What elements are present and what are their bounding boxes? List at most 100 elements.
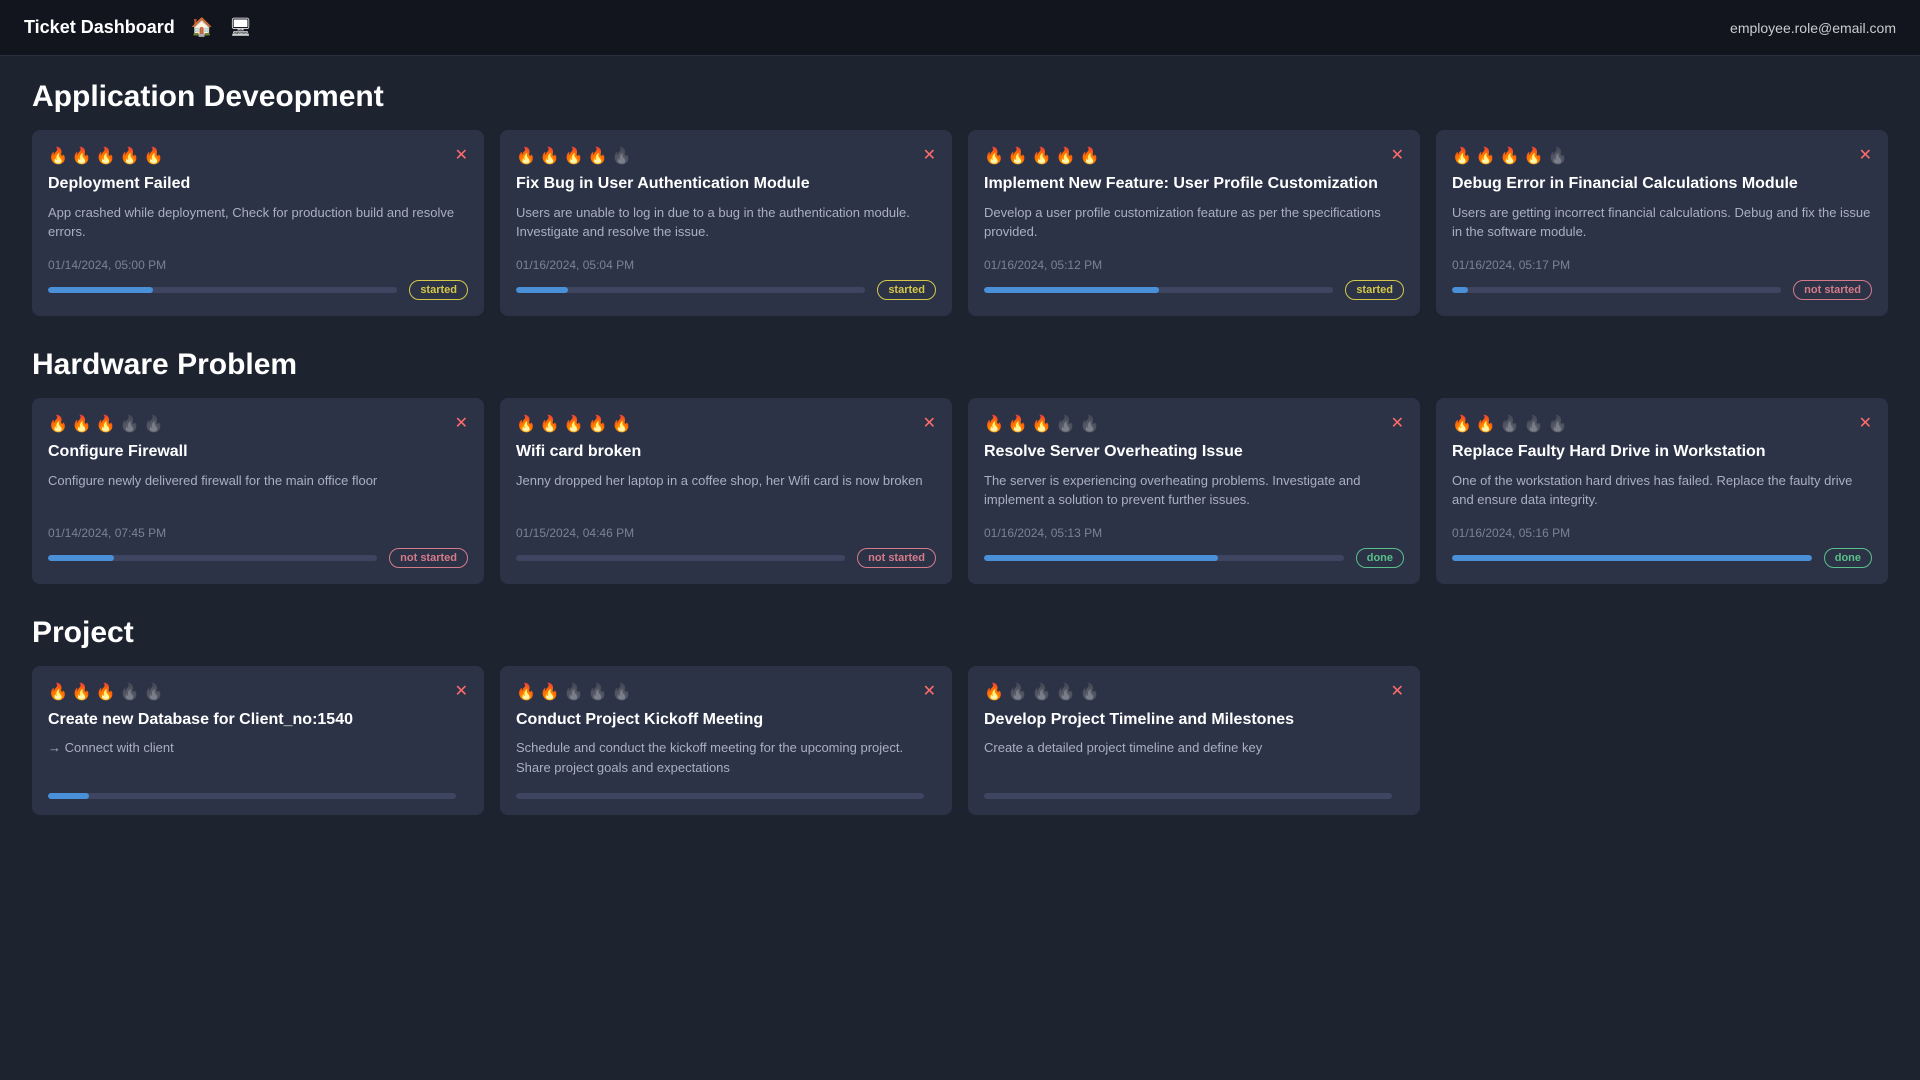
card-footer: 01/15/2024, 04:46 PMnot started [516, 526, 936, 568]
cards-grid-hardware: 🔥🔥🔥🔥🔥✕Configure FirewallConfigure newly … [32, 398, 1888, 584]
card-date: 01/16/2024, 05:12 PM [984, 258, 1404, 272]
flame-icon: 🔥 [120, 414, 140, 434]
flame-icon: 🔥 [1452, 146, 1472, 166]
ticket-card: 🔥🔥🔥🔥🔥✕Configure FirewallConfigure newly … [32, 398, 484, 584]
close-card-button[interactable]: ✕ [1391, 684, 1404, 700]
card-footer [48, 793, 468, 799]
close-card-button[interactable]: ✕ [455, 148, 468, 164]
progress-bar-container [984, 793, 1392, 799]
flame-icon: 🔥 [612, 682, 632, 702]
flame-icon: 🔥 [48, 414, 68, 434]
card-date: 01/16/2024, 05:16 PM [1452, 526, 1872, 540]
card-header: 🔥🔥🔥🔥🔥 ✕ [48, 682, 468, 702]
flame-icon: 🔥 [120, 682, 140, 702]
progress-bar-container [48, 287, 397, 293]
close-card-button[interactable]: ✕ [923, 684, 936, 700]
card-title: Replace Faulty Hard Drive in Workstation [1452, 442, 1872, 463]
flame-icon: 🔥 [564, 414, 584, 434]
card-date: 01/16/2024, 05:13 PM [984, 526, 1404, 540]
flame-icon: 🔥 [1500, 414, 1520, 434]
card-description: Users are getting incorrect financial ca… [1452, 203, 1872, 242]
ticket-card: 🔥🔥🔥🔥🔥 ✕ Replace Faulty Hard Drive in Works… [1436, 398, 1888, 584]
status-badge: not started [389, 548, 468, 568]
priority-icons: 🔥🔥🔥🔥🔥 [516, 146, 632, 166]
flame-icon: 🔥 [1008, 414, 1028, 434]
progress-bar [1452, 555, 1812, 561]
card-footer [984, 793, 1404, 799]
card-date: 01/14/2024, 05:00 PM [48, 258, 468, 272]
home-icon[interactable]: 🏠 [191, 17, 213, 38]
card-title: Conduct Project Kickoff Meeting [516, 710, 936, 731]
flame-icon: 🔥 [1524, 414, 1544, 434]
flame-icon: 🔥 [1524, 146, 1544, 166]
close-card-button[interactable]: ✕ [1859, 416, 1872, 432]
card-bottom: started [48, 280, 468, 300]
progress-bar-container [48, 793, 456, 799]
card-title: Debug Error in Financial Calculations Mo… [1452, 174, 1872, 195]
progress-bar [984, 555, 1218, 561]
progress-bar [1452, 287, 1468, 293]
priority-icons: 🔥🔥🔥🔥🔥 [48, 146, 164, 166]
progress-bar [984, 287, 1159, 293]
progress-bar-container [984, 555, 1344, 561]
progress-bar-container [516, 555, 845, 561]
flame-icon: 🔥 [1056, 146, 1076, 166]
priority-icons: 🔥🔥🔥🔥🔥 [984, 414, 1100, 434]
close-card-button[interactable]: ✕ [923, 148, 936, 164]
flame-icon: 🔥 [1476, 414, 1496, 434]
priority-icons: 🔥🔥🔥🔥🔥 [516, 682, 632, 702]
ticket-card: 🔥🔥🔥🔥🔥✕Resolve Server Overheating IssueTh… [968, 398, 1420, 584]
card-title: Configure Firewall [48, 442, 468, 463]
status-badge: started [1345, 280, 1404, 300]
section-title-project: Project [32, 616, 1888, 650]
card-bottom: done [1452, 548, 1872, 568]
card-title: Deployment Failed [48, 174, 468, 195]
section-project: Project🔥🔥🔥🔥🔥✕Create new Database for Cli… [32, 616, 1888, 816]
close-card-button[interactable]: ✕ [923, 416, 936, 432]
card-footer [516, 793, 936, 799]
flame-icon: 🔥 [96, 682, 116, 702]
close-card-button[interactable]: ✕ [455, 684, 468, 700]
ticket-card: 🔥🔥🔥🔥🔥✕Develop Project Timeline and Miles… [968, 666, 1420, 816]
monitor-icon[interactable]: 🖥 [229, 17, 252, 38]
close-card-button[interactable]: ✕ [1391, 416, 1404, 432]
card-title: Fix Bug in User Authentication Module [516, 174, 936, 195]
flame-icon: 🔥 [96, 414, 116, 434]
close-card-button[interactable]: ✕ [1859, 148, 1872, 164]
section-title-hardware: Hardware Problem [32, 348, 1888, 382]
close-card-button[interactable]: ✕ [455, 416, 468, 432]
close-card-button[interactable]: ✕ [1391, 148, 1404, 164]
card-title: Wifi card broken [516, 442, 936, 463]
card-description: The server is experiencing overheating p… [984, 471, 1404, 510]
status-badge: not started [1793, 280, 1872, 300]
flame-icon: 🔥 [96, 146, 116, 166]
card-description: App crashed while deployment, Check for … [48, 203, 468, 242]
flame-icon: 🔥 [984, 146, 1004, 166]
progress-bar [516, 287, 568, 293]
flame-icon: 🔥 [564, 682, 584, 702]
flame-icon: 🔥 [516, 414, 536, 434]
flame-icon: 🔥 [984, 414, 1004, 434]
flame-icon: 🔥 [1476, 146, 1496, 166]
priority-icons: 🔥🔥🔥🔥🔥 [48, 682, 164, 702]
card-date: 01/15/2024, 04:46 PM [516, 526, 936, 540]
card-bottom [984, 793, 1404, 799]
progress-bar-container [1452, 555, 1812, 561]
priority-icons: 🔥🔥🔥🔥🔥 [1452, 414, 1568, 434]
flame-icon: 🔥 [1056, 682, 1076, 702]
card-date: 01/16/2024, 05:17 PM [1452, 258, 1872, 272]
status-badge: started [877, 280, 936, 300]
priority-icons: 🔥🔥🔥🔥🔥 [984, 146, 1100, 166]
flame-icon: 🔥 [1008, 146, 1028, 166]
flame-icon: 🔥 [48, 682, 68, 702]
ticket-card: 🔥🔥🔥🔥🔥✕Wifi card brokenJenny dropped her … [500, 398, 952, 584]
card-description: Users are unable to log in due to a bug … [516, 203, 936, 242]
flame-icon: 🔥 [540, 682, 560, 702]
ticket-card: 🔥🔥🔥🔥🔥✕Conduct Project Kickoff MeetingSch… [500, 666, 952, 816]
flame-icon: 🔥 [1080, 414, 1100, 434]
flame-icon: 🔥 [72, 414, 92, 434]
flame-icon: 🔥 [1452, 414, 1472, 434]
app-header: Ticket Dashboard 🏠 🖥 employee.role@email… [0, 0, 1920, 56]
card-header: 🔥🔥🔥🔥🔥✕ [516, 414, 936, 434]
flame-icon: 🔥 [612, 414, 632, 434]
